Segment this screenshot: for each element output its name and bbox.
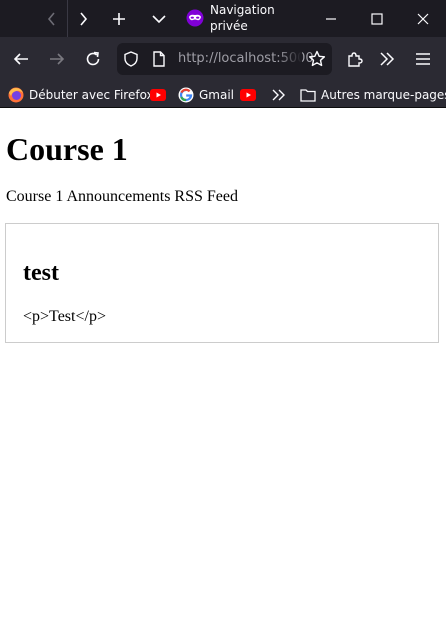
minimize-button[interactable] bbox=[308, 0, 354, 37]
navigation-toolbar: http://localhost:5000 bbox=[0, 37, 446, 82]
bookmark-youtube-2[interactable] bbox=[240, 85, 256, 105]
url-bar[interactable]: http://localhost:5000 bbox=[117, 43, 332, 75]
chevron-right-icon bbox=[80, 11, 88, 26]
new-tab-button[interactable] bbox=[103, 0, 135, 37]
close-window-button[interactable] bbox=[400, 0, 446, 37]
page-content: Course 1 Course 1 Announcements RSS Feed… bbox=[0, 108, 446, 624]
reload-button[interactable] bbox=[77, 43, 109, 75]
more-tools-button[interactable] bbox=[371, 43, 403, 75]
rss-feed-link[interactable]: Course 1 Announcements RSS Feed bbox=[6, 188, 238, 206]
reload-icon bbox=[86, 51, 100, 66]
bookmarks-toolbar: Débuter avec Firefox Gmail Autres marque… bbox=[0, 82, 446, 108]
extensions-button[interactable] bbox=[339, 43, 371, 75]
maximize-button[interactable] bbox=[354, 0, 400, 37]
forward-button[interactable] bbox=[41, 43, 73, 75]
scroll-tabs-right-button[interactable] bbox=[67, 0, 99, 37]
back-button[interactable] bbox=[5, 43, 37, 75]
folder-icon bbox=[300, 89, 316, 102]
announcement-title: test bbox=[23, 260, 59, 286]
chevron-left-icon bbox=[47, 11, 55, 26]
arrow-right-icon bbox=[50, 53, 65, 65]
private-mask-icon bbox=[186, 9, 204, 27]
tracking-protection-shield-icon[interactable] bbox=[123, 51, 139, 71]
minimize-icon bbox=[326, 17, 336, 20]
page-title: Course 1 bbox=[6, 131, 128, 167]
arrow-left-icon bbox=[13, 53, 28, 65]
scroll-tabs-left-button[interactable] bbox=[36, 0, 68, 37]
youtube-icon bbox=[240, 89, 256, 101]
bookmark-firefox[interactable]: Débuter avec Firefox bbox=[8, 85, 154, 105]
url-host: http://localhost bbox=[178, 51, 277, 66]
bookmark-star-button[interactable] bbox=[308, 50, 326, 72]
chevron-down-icon bbox=[152, 14, 166, 23]
google-icon bbox=[178, 87, 194, 103]
private-browsing-indicator: Navigation privée bbox=[186, 2, 280, 34]
announcement-card: test <p>Test</p> bbox=[5, 223, 439, 343]
double-chevron-right-icon bbox=[272, 89, 285, 101]
double-chevron-right-icon bbox=[380, 52, 395, 66]
bookmark-label: Débuter avec Firefox bbox=[29, 88, 154, 102]
bookmark-youtube-1[interactable] bbox=[150, 85, 166, 105]
puzzle-icon bbox=[348, 52, 363, 67]
bookmark-gmail[interactable]: Gmail bbox=[178, 85, 234, 105]
star-icon bbox=[308, 50, 326, 67]
firefox-icon bbox=[8, 87, 24, 103]
list-all-tabs-button[interactable] bbox=[143, 0, 175, 37]
app-menu-button[interactable] bbox=[407, 43, 439, 75]
youtube-icon bbox=[150, 89, 166, 101]
announcement-body: <p>Test</p> bbox=[23, 308, 106, 325]
private-browsing-label: Navigation privée bbox=[210, 3, 275, 33]
bookmarks-overflow-button[interactable] bbox=[272, 85, 286, 105]
bookmark-label: Autres marque-pages bbox=[321, 88, 446, 102]
hamburger-menu-icon bbox=[416, 53, 430, 65]
bookmark-label: Gmail bbox=[199, 88, 235, 102]
close-icon bbox=[417, 13, 429, 24]
title-bar: Navigation privée bbox=[0, 0, 446, 37]
url-fade bbox=[278, 43, 302, 75]
plus-icon bbox=[113, 12, 125, 25]
bookmark-other-folder[interactable]: Autres marque-pages bbox=[300, 85, 446, 105]
page-info-icon[interactable] bbox=[152, 51, 166, 71]
maximize-icon bbox=[371, 12, 383, 25]
